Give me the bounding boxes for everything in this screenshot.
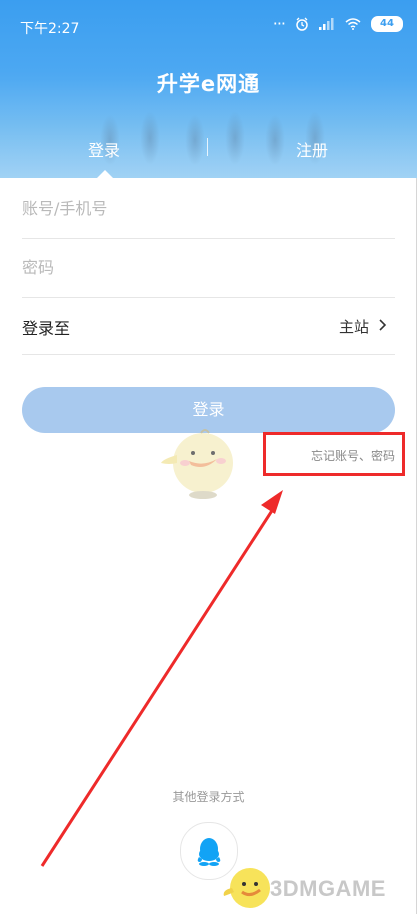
password-input[interactable] [22,239,395,295]
login-to-value: 主站 [338,318,369,336]
password-field[interactable] [22,239,395,298]
more-dots-icon: ··· [272,14,286,33]
account-field[interactable] [22,180,395,239]
chevron-right-icon [379,319,387,331]
account-input[interactable] [22,180,395,236]
alarm-icon [296,17,308,31]
battery-icon: 44 [371,16,403,32]
watermark-text: 3DMGAME [270,876,386,901]
status-time: 下午2:27 [20,21,80,37]
login-to-selector[interactable]: 登录至 主站 [22,298,395,355]
app-title: 升学e网通 [156,72,261,96]
signal-icon [319,18,334,30]
status-icons: ··· 44 [273,16,403,32]
status-bar: 下午2:27 ··· 44 [0,0,417,42]
tab-register[interactable]: 注册 [208,137,416,161]
wifi-icon [345,18,361,30]
login-to-label: 登录至 [22,319,71,338]
mascot-watermark-icon [161,429,233,499]
header: 下午2:27 ··· 44 升学e网通 登录 注册 [0,0,417,178]
qq-icon [197,838,221,866]
active-tab-indicator [97,170,113,178]
other-login-label: 其他登录方式 [172,790,245,804]
forgot-account-password-link[interactable]: 忘记账号、密码 [311,447,395,464]
tab-login[interactable]: 登录 [0,137,208,161]
